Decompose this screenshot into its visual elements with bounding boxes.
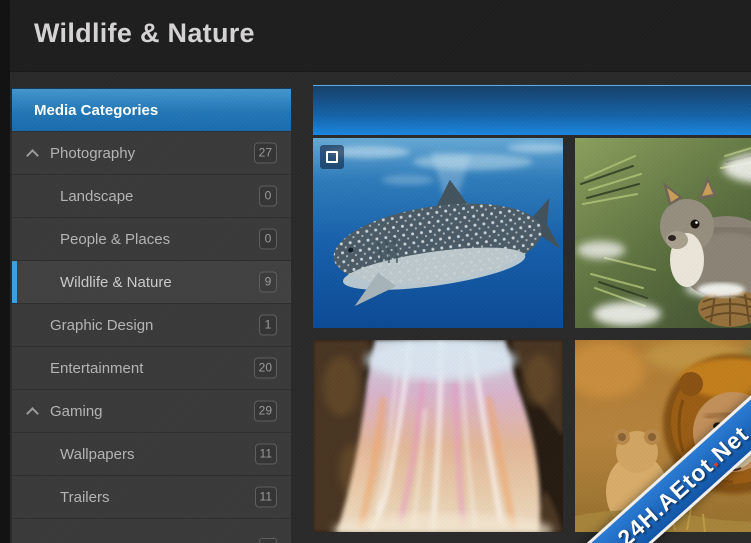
count-badge: 11 bbox=[254, 486, 277, 508]
tile-select-checkbox[interactable] bbox=[320, 145, 344, 169]
sidebar-item-label: Gaming bbox=[50, 402, 103, 420]
count-badge bbox=[259, 537, 277, 543]
sidebar-item-label: People & Places bbox=[60, 230, 171, 248]
count-badge: 9 bbox=[259, 271, 277, 293]
app-window: Wildlife & Nature Media Categories Photo… bbox=[0, 0, 751, 543]
sidebar-item-photography[interactable]: Photography 27 bbox=[12, 131, 291, 174]
sidebar-item-label: Photography bbox=[50, 144, 136, 162]
sidebar-item-graphic-design[interactable]: Graphic Design 1 bbox=[12, 303, 291, 346]
sidebar-item-label: Graphic Design bbox=[50, 316, 154, 334]
sidebar-item-wildlife-nature[interactable]: Wildlife & Nature 9 bbox=[12, 260, 291, 303]
count-badge: 27 bbox=[253, 142, 277, 164]
media-tile-squirrel[interactable] bbox=[575, 138, 751, 328]
sidebar-item-label: Landscape bbox=[60, 187, 134, 205]
sidebar-item-entertainment[interactable]: Entertainment 20 bbox=[12, 346, 291, 389]
sidebar-item-landscape[interactable]: Landscape 0 bbox=[12, 174, 291, 217]
chevron-up-icon bbox=[28, 407, 38, 417]
media-tile-whale-shark[interactable] bbox=[313, 138, 563, 328]
count-badge: 0 bbox=[259, 228, 277, 250]
sidebar-header: Media Categories bbox=[12, 88, 291, 131]
sidebar-item-gaming[interactable]: Gaming 29 bbox=[12, 389, 291, 432]
media-categories-panel: Media Categories Photography 27 Landscap… bbox=[12, 88, 291, 543]
sidebar-item-label: Wildlife & Nature bbox=[60, 273, 172, 291]
sidebar-item-people-places[interactable]: People & Places 0 bbox=[12, 217, 291, 260]
sidebar-item-clipped[interactable] bbox=[12, 518, 291, 543]
waterfall-photo bbox=[313, 340, 563, 532]
count-badge: 20 bbox=[253, 357, 277, 379]
checkbox-icon bbox=[326, 151, 338, 163]
left-edge-strip bbox=[0, 0, 10, 543]
page-title: Wildlife & Nature bbox=[34, 18, 255, 48]
sidebar-item-trailers[interactable]: Trailers 11 bbox=[12, 475, 291, 518]
sidebar-item-label: Trailers bbox=[60, 488, 110, 506]
squirrel-photo bbox=[575, 138, 751, 328]
sidebar-item-label: Wallpapers bbox=[60, 445, 135, 463]
content-toolbar bbox=[313, 85, 751, 135]
count-badge: 29 bbox=[253, 400, 277, 422]
app-header: Wildlife & Nature bbox=[10, 0, 751, 72]
chevron-up-icon bbox=[28, 149, 38, 159]
count-badge: 0 bbox=[259, 185, 277, 207]
media-tile-waterfall[interactable] bbox=[313, 340, 563, 532]
sidebar-item-label: Entertainment bbox=[50, 359, 144, 377]
sidebar-item-wallpapers[interactable]: Wallpapers 11 bbox=[12, 432, 291, 475]
count-badge: 11 bbox=[254, 443, 277, 465]
count-badge: 1 bbox=[259, 314, 277, 336]
whale-shark-photo bbox=[313, 138, 563, 328]
